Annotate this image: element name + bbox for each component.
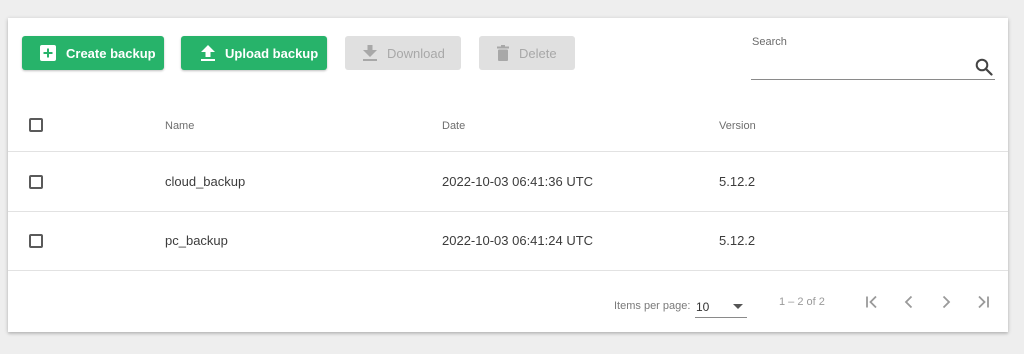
first-page-icon[interactable] [860,290,884,314]
row-name: cloud_backup [165,174,246,189]
page-size-value: 10 [696,300,710,314]
chevron-right-icon[interactable] [934,290,958,314]
select-all-checkbox[interactable] [29,118,43,132]
create-backup-button[interactable]: Create backup [22,36,164,70]
download-label: Download [387,45,445,61]
search-input[interactable] [751,56,961,78]
row-version: 5.12.2 [719,174,756,189]
column-header-version[interactable]: Version [719,120,756,132]
items-per-page-label: Items per page: [614,300,691,312]
delete-button[interactable]: Delete [479,36,575,70]
divider [8,151,1008,152]
caret-down-icon [733,304,743,309]
upload-icon [201,45,215,61]
row-name: pc_backup [165,233,228,248]
column-header-date[interactable]: Date [442,120,465,132]
delete-label: Delete [519,45,557,61]
column-header-name[interactable]: Name [165,120,194,132]
row-checkbox[interactable] [29,234,43,248]
backups-card: Create backup Upload backup Download Del… [8,18,1008,332]
divider [8,270,1008,271]
divider [8,211,1008,212]
upload-backup-button[interactable]: Upload backup [181,36,327,70]
row-version: 5.12.2 [719,233,756,248]
search-icon[interactable] [975,58,993,81]
chevron-left-icon[interactable] [897,290,921,314]
trash-icon [497,45,509,61]
last-page-icon[interactable] [971,290,995,314]
row-date: 2022-10-03 06:41:36 UTC [442,174,594,189]
row-checkbox[interactable] [29,175,43,189]
row-date: 2022-10-03 06:41:24 UTC [442,233,594,248]
search-label: Search [752,36,787,48]
page-size-select[interactable]: 10 [695,294,747,318]
page-range-label: 1 – 2 of 2 [779,296,825,308]
download-button[interactable]: Download [345,36,461,70]
upload-backup-label: Upload backup [225,45,319,61]
download-icon [363,45,377,61]
search-field[interactable]: Search [751,28,995,80]
create-backup-label: Create backup [66,45,156,61]
plus-box-icon [40,45,56,61]
